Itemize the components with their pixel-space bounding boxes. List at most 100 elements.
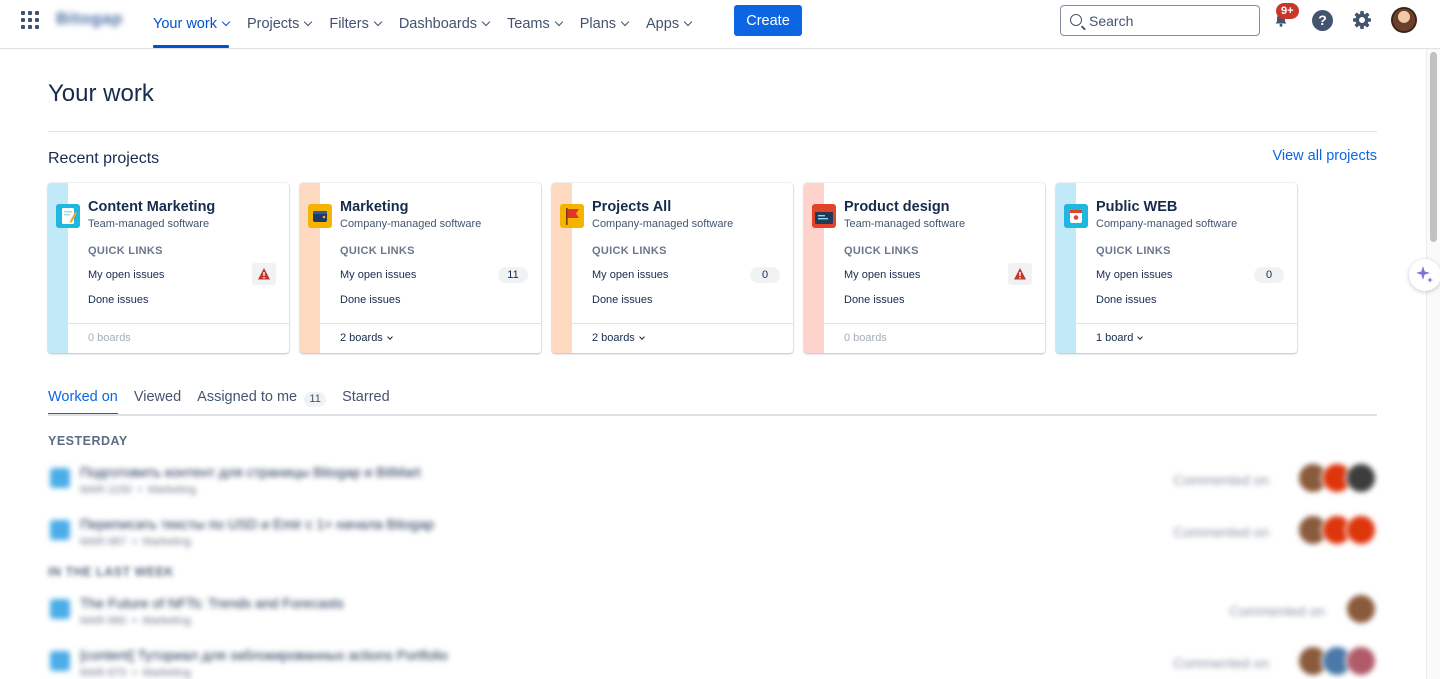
open-issues-count: 11 [498,267,528,283]
boards-dropdown[interactable]: 2 boards [592,332,645,344]
nav-filters[interactable]: Filters [322,0,387,48]
avatar [1345,593,1377,625]
chevron-down-icon [554,17,563,27]
my-open-issues-label: My open issues [844,269,921,281]
user-avatar[interactable] [1391,7,1417,33]
tab-label: Worked on [48,389,118,405]
warning-icon [252,263,276,285]
tab-assigned-to-me[interactable]: Assigned to me 11 [197,389,327,415]
sparkle-icon [1416,266,1433,283]
scrollbar-thumb[interactable] [1430,52,1437,242]
search-box[interactable] [1060,5,1260,36]
tab-worked-on[interactable]: Worked on [48,389,118,415]
issue-title: The Future of NFTs: Trends and Forecasts [80,595,344,611]
project-name: Marketing [340,199,409,215]
quick-links-label: QUICK LINKS [1096,245,1171,257]
project-card-content-marketing[interactable]: Content Marketing Team-managed software … [48,183,289,353]
done-issues-label: Done issues [88,294,149,306]
top-navigation: Bitogap Your work Projects Filters Dashb… [0,0,1440,49]
quick-links-label: QUICK LINKS [592,245,667,257]
avatar [1345,462,1377,494]
my-open-issues-link[interactable]: My open issues 11 [340,265,528,285]
boards-dropdown[interactable]: 1 board [1096,332,1144,344]
nav-your-work[interactable]: Your work [146,0,236,48]
flag-icon [560,204,584,228]
warning-icon [1008,263,1032,285]
quick-links-label: QUICK LINKS [844,245,919,257]
nav-apps[interactable]: Apps [639,0,698,48]
issue-key: MAR-1150 [80,484,132,496]
issue-project: Marketing [142,536,191,548]
avatar [1345,514,1377,546]
done-issues-link[interactable]: Done issues [88,290,276,310]
activity-row[interactable]: Переписать тексты по USD и Emir с 1+ нач… [48,514,1377,558]
chevron-down-icon [221,17,231,27]
project-name: Product design [844,199,950,215]
my-open-issues-link[interactable]: My open issues 0 [1096,265,1284,285]
issue-title: [content] Туториал для заблокированных a… [80,647,448,663]
issue-title: Подготовить контент для страницы Bitogap… [80,464,421,480]
recent-projects-heading: Recent projects [48,150,160,167]
page-title: Your work [48,80,154,107]
done-issues-link[interactable]: Done issues [1096,290,1284,310]
card-footer: 1 board [1076,323,1297,353]
project-name: Projects All [592,199,672,215]
page-scrollbar[interactable] [1426,49,1440,679]
my-open-issues-link[interactable]: My open issues 0 [592,265,780,285]
tab-label: Starred [342,389,390,405]
project-card-projects-all[interactable]: Projects All Company-managed software QU… [552,183,793,353]
section-last-week-label: IN THE LAST WEEK [48,565,175,579]
my-open-issues-link[interactable]: My open issues [844,263,1032,285]
app-switcher-icon[interactable] [21,11,39,29]
gear-icon[interactable] [1351,9,1373,31]
card-footer: 0 boards [824,323,1045,353]
nav-dashboards[interactable]: Dashboards [392,0,496,48]
boards-count: 1 board [1096,332,1134,344]
project-card-public-web[interactable]: Public WEB Company-managed software QUIC… [1056,183,1297,353]
task-icon [50,520,70,540]
tab-starred[interactable]: Starred [342,389,390,415]
nav-teams[interactable]: Teams [500,0,569,48]
recent-projects-list: Content Marketing Team-managed software … [48,183,1308,353]
tab-viewed[interactable]: Viewed [134,389,181,415]
activity-action: Commented on [1173,655,1269,671]
boards-dropdown[interactable]: 2 boards [340,332,393,344]
view-all-projects-link[interactable]: View all projects [1272,148,1377,164]
card-footer: 0 boards [68,323,289,353]
project-card-product-design[interactable]: Product design Team-managed software QUI… [804,183,1045,353]
issue-key: MAR-987 [80,536,127,548]
quick-links-label: QUICK LINKS [340,245,415,257]
boards-count: 0 boards [844,332,887,344]
project-card-marketing[interactable]: Marketing Company-managed software QUICK… [300,183,541,353]
divider [48,414,1377,416]
activity-row[interactable]: The Future of NFTs: Trends and Forecasts… [48,593,1377,637]
ai-assistant-button[interactable] [1409,259,1440,291]
issue-title: Переписать тексты по USD и Emir с 1+ нач… [80,516,435,532]
create-button[interactable]: Create [734,5,802,36]
activity-row[interactable]: [content] Туториал для заблокированных a… [48,645,1377,679]
done-issues-link[interactable]: Done issues [844,290,1032,310]
participant-avatars [1297,645,1377,677]
nav-label: Plans [579,16,617,32]
open-issues-count: 0 [750,267,780,283]
project-type: Company-managed software [592,218,734,230]
activity-row[interactable]: Подготовить контент для страницы Bitogap… [48,462,1377,506]
nav-plans[interactable]: Plans [573,0,635,48]
site-logo[interactable]: Bitogap [56,9,123,29]
card-footer: 2 boards [572,323,793,353]
task-icon [50,599,70,619]
boards-count: 2 boards [340,332,383,344]
nav-projects[interactable]: Projects [240,0,318,48]
done-issues-link[interactable]: Done issues [340,290,528,310]
my-open-issues-link[interactable]: My open issues [88,263,276,285]
search-input[interactable] [1089,12,1249,29]
activity-tabs: Worked on Viewed Assigned to me 11 Starre… [48,389,406,415]
issue-meta: MAR-980 • Marketing [80,615,191,627]
help-icon[interactable]: ? [1312,10,1333,31]
chevron-down-icon [683,17,693,27]
done-issues-link[interactable]: Done issues [592,290,780,310]
project-type: Team-managed software [88,218,210,230]
my-open-issues-label: My open issues [1096,269,1173,281]
project-type: Team-managed software [844,218,966,230]
nav-label: Apps [646,16,680,32]
